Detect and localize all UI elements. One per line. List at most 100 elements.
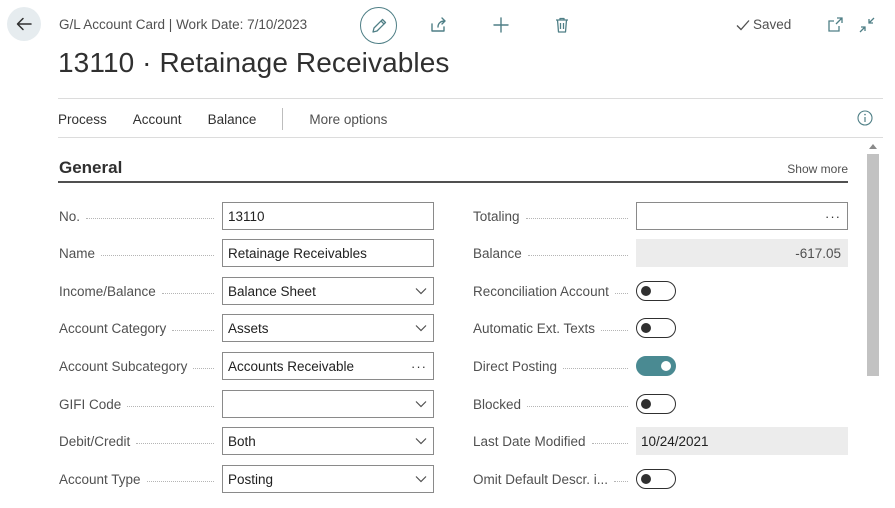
chevron-down-icon — [415, 476, 427, 483]
lookup-ellipsis-icon[interactable]: ··· — [825, 209, 841, 224]
field-account-subcategory: Account Subcategory Accounts Receivable … — [59, 352, 434, 380]
field-label: Omit Default Descr. i... — [473, 471, 609, 487]
field-income-balance: Income/Balance Balance Sheet — [59, 277, 434, 305]
delete-button[interactable] — [551, 14, 573, 36]
income-balance-select[interactable]: Balance Sheet — [222, 277, 434, 305]
field-value: 13110 — [228, 208, 265, 224]
field-value: 10/24/2021 — [641, 433, 709, 449]
balance-value[interactable]: -617.05 — [636, 239, 848, 267]
field-no: No. 13110 — [59, 202, 434, 230]
toggle-knob — [641, 322, 651, 333]
name-input[interactable]: Retainage Receivables — [222, 239, 434, 267]
field-name: Name Retainage Receivables — [59, 239, 434, 267]
open-in-new-window-button[interactable] — [824, 14, 846, 36]
totaling-lookup[interactable]: ··· — [636, 202, 848, 230]
action-divider — [58, 137, 883, 138]
field-label: GIFI Code — [59, 396, 122, 412]
plus-icon — [493, 17, 509, 33]
field-account-category: Account Category Assets — [59, 314, 434, 342]
account-subcategory-lookup[interactable]: Accounts Receivable ··· — [222, 352, 434, 380]
field-gifi-code: GIFI Code — [59, 390, 434, 418]
field-totaling: Totaling ··· — [473, 202, 848, 230]
field-account-type: Account Type Posting — [59, 465, 434, 493]
lookup-ellipsis-icon[interactable]: ··· — [411, 359, 427, 374]
field-value: Retainage Receivables — [228, 245, 367, 261]
field-label: Income/Balance — [59, 283, 156, 299]
toggle-knob — [661, 360, 671, 371]
field-value: Accounts Receivable — [228, 358, 355, 374]
action-process[interactable]: Process — [58, 112, 107, 127]
chevron-down-icon — [415, 438, 427, 445]
info-icon[interactable] — [857, 110, 873, 126]
field-label: Totaling — [473, 208, 520, 224]
header-divider — [58, 98, 883, 99]
action-more-options[interactable]: More options — [309, 112, 387, 127]
direct-posting-toggle[interactable] — [636, 356, 676, 376]
field-last-date-modified: Last Date Modified 10/24/2021 — [473, 427, 848, 455]
share-button[interactable] — [427, 14, 449, 36]
field-label: Name — [59, 245, 96, 261]
no-input[interactable]: 13110 — [222, 202, 434, 230]
account-type-select[interactable]: Posting — [222, 465, 434, 493]
checkmark-icon — [736, 19, 750, 30]
open-in-new-window-icon — [828, 17, 843, 32]
trash-icon — [556, 17, 568, 33]
gifi-code-select[interactable] — [222, 390, 434, 418]
show-more-link[interactable]: Show more — [787, 162, 848, 176]
account-category-select[interactable]: Assets — [222, 314, 434, 342]
saved-label: Saved — [753, 17, 792, 32]
action-bar: Process Account Balance More options — [58, 100, 387, 138]
field-label: Direct Posting — [473, 358, 558, 374]
debit-credit-select[interactable]: Both — [222, 427, 434, 455]
field-value: Balance Sheet — [228, 283, 316, 299]
field-label: Account Type — [59, 471, 141, 487]
chevron-down-icon — [415, 288, 427, 295]
back-button[interactable] — [7, 7, 41, 41]
field-value: Assets — [228, 320, 269, 336]
field-label: No. — [59, 208, 81, 224]
field-label: Last Date Modified — [473, 433, 586, 449]
omit-default-descr-toggle[interactable] — [636, 469, 676, 489]
field-label: Account Subcategory — [59, 358, 188, 374]
collapse-icon — [859, 17, 875, 33]
field-label: Blocked — [473, 396, 522, 412]
field-value: -617.05 — [795, 245, 841, 261]
field-balance: Balance -617.05 — [473, 239, 848, 267]
scroll-thumb[interactable] — [867, 154, 879, 376]
last-date-modified-value[interactable]: 10/24/2021 — [636, 427, 848, 455]
field-debit-credit: Debit/Credit Both — [59, 427, 434, 455]
pencil-icon — [371, 18, 386, 33]
reconciliation-account-toggle[interactable] — [636, 281, 676, 301]
edit-button[interactable] — [360, 7, 397, 44]
field-label: Debit/Credit — [59, 433, 131, 449]
toggle-knob — [641, 398, 651, 409]
field-automatic-ext-texts: Automatic Ext. Texts — [473, 314, 676, 342]
field-value: Posting — [228, 471, 274, 487]
page-title: 13110 · Retainage Receivables — [58, 47, 450, 78]
section-title[interactable]: General — [59, 158, 122, 178]
automatic-ext-texts-toggle[interactable] — [636, 318, 676, 338]
field-blocked: Blocked — [473, 390, 676, 418]
field-value: Both — [228, 433, 256, 449]
new-button[interactable] — [490, 14, 512, 36]
arrow-left-icon — [16, 17, 32, 31]
toggle-knob — [641, 473, 651, 484]
scrollbar[interactable] — [866, 140, 880, 508]
field-label: Automatic Ext. Texts — [473, 320, 596, 336]
scroll-up-arrow-icon[interactable] — [869, 144, 877, 149]
field-label: Account Category — [59, 320, 167, 336]
field-reconciliation-account: Reconciliation Account — [473, 277, 676, 305]
blocked-toggle[interactable] — [636, 394, 676, 414]
field-omit-default-descr: Omit Default Descr. i... — [473, 465, 676, 493]
section-general: General Show more — [58, 155, 848, 183]
field-direct-posting: Direct Posting — [473, 352, 676, 380]
action-account[interactable]: Account — [133, 112, 182, 127]
saved-status: Saved — [736, 17, 791, 32]
collapse-button[interactable] — [856, 14, 878, 36]
field-label: Reconciliation Account — [473, 283, 609, 299]
page-context: G/L Account Card | Work Date: 7/10/2023 — [59, 17, 308, 32]
action-separator — [282, 108, 284, 130]
field-label: Balance — [473, 245, 522, 261]
chevron-down-icon — [415, 325, 427, 332]
action-balance[interactable]: Balance — [208, 112, 257, 127]
